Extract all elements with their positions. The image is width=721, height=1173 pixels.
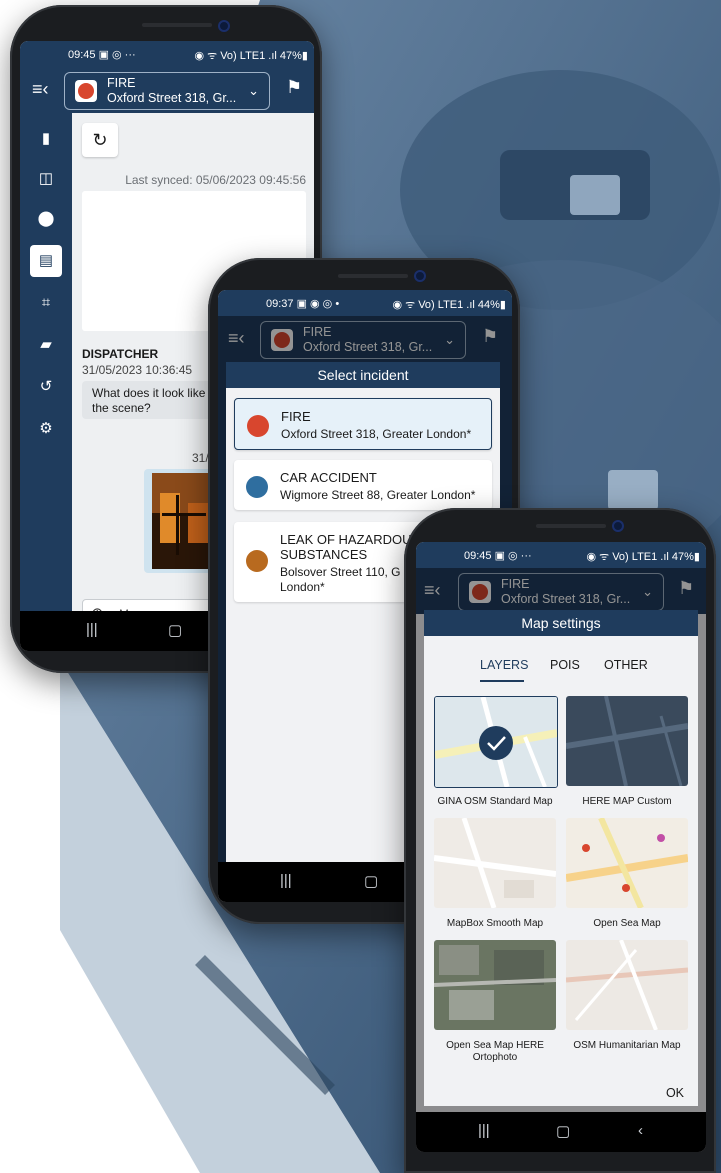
chat-icon[interactable]: ▤ [30, 245, 62, 277]
incident-address: Oxford Street 318, Gr... [107, 91, 237, 105]
map-label: Open Sea Map [593, 918, 661, 929]
home-button[interactable]: ▢ [168, 621, 182, 639]
map-label: GINA OSM Standard Map [437, 796, 553, 807]
incident-title: LEAK OF HAZARDOU [280, 532, 412, 547]
status-indicators: ◉ ᯤ Vo) LTE1 .ıl 47%▮ [194, 50, 308, 62]
map-thumbnail [566, 940, 688, 1030]
menu-collapse-icon[interactable]: ≡‹ [32, 79, 49, 100]
app-bar: ≡‹ FIRE Oxford Street 318, Gr... ⌄ ⚑ [20, 67, 314, 113]
last-synced: Last synced: 05/06/2023 09:45:56 [125, 173, 306, 187]
map-thumbnail [434, 818, 556, 908]
speaker [536, 524, 606, 528]
front-camera [414, 270, 426, 282]
status-indicators: ◉ ᯤ Vo) LTE1 .ıl 44%▮ [392, 299, 506, 311]
incident-title: CAR ACCIDENT [280, 470, 377, 485]
dialog-title: Map settings [424, 610, 698, 636]
hazard-icon [246, 550, 268, 572]
incident-address: Wigmore Street 88, Greater London* [280, 488, 476, 502]
flag-icon[interactable]: ⚑ [286, 77, 302, 98]
incident-selector[interactable]: FIRE Oxford Street 318, Gr... ⌄ [64, 72, 270, 110]
location-pin-icon[interactable]: ⬤ [30, 203, 62, 235]
dialog-title: Select incident [226, 362, 500, 388]
map-tile-osm-humanitarian[interactable] [566, 940, 688, 1030]
recent-apps-button[interactable]: ||| [280, 872, 292, 889]
map-label-2: Ortophoto [472, 1052, 518, 1063]
incident-address-2: London* [280, 580, 325, 594]
scan-icon[interactable]: ⌗ [30, 287, 62, 319]
incident-card-fire[interactable]: FIRE Oxford Street 318, Greater London* [234, 398, 492, 450]
map-label: OSM Humanitarian Map [573, 1040, 681, 1051]
message-sender: DISPATCHER [82, 347, 159, 361]
gear-icon[interactable]: ⚙ [30, 413, 62, 445]
map-thumbnail [435, 697, 557, 787]
front-camera [612, 520, 624, 532]
chevron-down-icon: ⌄ [248, 83, 259, 98]
map-label: Open Sea Map HERE [446, 1040, 544, 1051]
status-indicators: ◉ ᯤ Vo) LTE1 .ıl 47%▮ [586, 551, 700, 563]
status-time: 09:37 ▣ ◉ ◎ • [266, 298, 340, 310]
incident-address: Oxford Street 318, Greater London* [281, 427, 472, 441]
fire-icon [75, 80, 97, 102]
car-icon [246, 476, 268, 498]
sidebar: ▮ ◫ ⬤ ▤ ⌗ ▰ ↺ ⚙ [20, 113, 72, 611]
status-bar: 09:45 ▣ ◎ ··· ◉ ᯤ Vo) LTE1 .ıl 47%▮ [416, 542, 706, 568]
message-text-2: the scene? [92, 401, 151, 415]
tab-active-indicator [480, 680, 524, 682]
screen: 09:45 ▣ ◎ ··· ◉ ᯤ Vo) LTE1 .ıl 47%▮ ≡‹ F… [416, 542, 706, 1152]
tab-pois[interactable]: POIS [550, 658, 580, 672]
fire-photo [152, 473, 216, 569]
status-time: 09:45 ▣ ◎ ··· [68, 49, 136, 61]
home-button[interactable]: ▢ [364, 872, 378, 890]
status-bar: 09:45 ▣ ◎ ··· ◉ ᯤ Vo) LTE1 .ıl 47%▮ [20, 41, 314, 67]
speaker [142, 23, 212, 27]
speaker [338, 274, 408, 278]
incident-type: FIRE [107, 76, 136, 90]
map-grid: GINA OSM Standard Map HERE MAP Custom Ma… [424, 696, 698, 1078]
document-icon[interactable]: ▮ [30, 123, 62, 155]
map-label: HERE MAP Custom [582, 796, 672, 807]
map-icon[interactable]: ◫ [30, 163, 62, 195]
fire-icon [247, 415, 269, 437]
status-time: 09:45 ▣ ◎ ··· [464, 550, 532, 562]
back-button[interactable]: ‹ [638, 1122, 643, 1139]
status-bar: 09:37 ▣ ◉ ◎ • ◉ ᯤ Vo) LTE1 .ıl 44%▮ [218, 290, 512, 316]
incident-title: FIRE [281, 409, 311, 424]
map-thumbnail [434, 940, 556, 1030]
map-tile-here-custom[interactable] [566, 696, 688, 786]
incident-title-2: SUBSTANCES [280, 547, 368, 562]
tab-other[interactable]: OTHER [604, 658, 648, 672]
recent-apps-button[interactable]: ||| [478, 1122, 490, 1139]
history-icon[interactable]: ↺ [30, 371, 62, 403]
front-camera [218, 20, 230, 32]
message-text: What does it look like [92, 386, 206, 400]
tab-layers[interactable]: LAYERS [480, 658, 528, 672]
incident-address: Bolsover Street 110, G [280, 565, 401, 579]
map-tile-mapbox-smooth[interactable] [434, 818, 556, 908]
map-label: MapBox Smooth Map [446, 918, 544, 929]
ok-button[interactable]: OK [666, 1086, 684, 1100]
system-nav-bar: ||| ▢ ‹ [416, 1112, 706, 1152]
folder-icon[interactable]: ▰ [30, 329, 62, 361]
map-tile-gina-osm[interactable] [434, 696, 558, 788]
refresh-button[interactable]: ↻ [82, 123, 118, 157]
home-button[interactable]: ▢ [556, 1122, 570, 1140]
map-thumbnail [566, 696, 688, 786]
map-tile-open-sea-here-ortophoto[interactable] [434, 940, 556, 1030]
message-time: 31/05/2023 10:36:45 [82, 363, 193, 377]
phone-map-settings: 09:45 ▣ ◎ ··· ◉ ᯤ Vo) LTE1 .ıl 47%▮ ≡‹ F… [404, 508, 716, 1173]
incident-card-car-accident[interactable]: CAR ACCIDENT Wigmore Street 88, Greater … [234, 460, 492, 510]
map-settings-dialog: Map settings LAYERS POIS OTHER GINA OSM … [424, 610, 698, 1106]
map-thumbnail [566, 818, 688, 908]
recent-apps-button[interactable]: ||| [86, 621, 98, 638]
map-tile-open-sea[interactable] [566, 818, 688, 908]
